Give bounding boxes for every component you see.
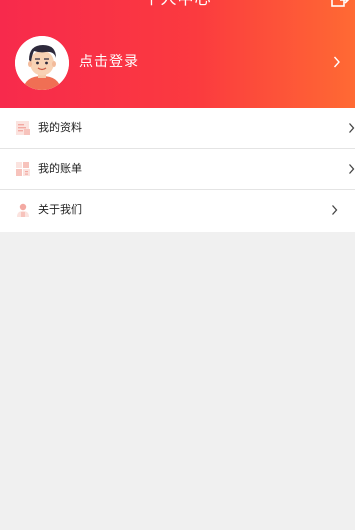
menu-item-label: 我的账单 — [38, 162, 82, 175]
menu-item-my-profile[interactable]: 我的资料 — [0, 108, 355, 149]
menu-item-my-bills[interactable]: 我的账单 — [0, 149, 355, 190]
chevron-right-icon — [333, 56, 340, 68]
page-title: 个人中心 — [0, 0, 355, 9]
chevron-right-icon — [332, 205, 338, 215]
chevron-right-icon — [349, 123, 355, 133]
exit-icon[interactable] — [331, 0, 349, 7]
login-label: 点击登录 — [79, 54, 139, 70]
menu-item-label: 我的资料 — [38, 121, 82, 134]
cartoon-avatar-icon — [15, 36, 69, 90]
menu-item-about-us[interactable]: 关于我们 — [0, 190, 355, 232]
header-bar: 个人中心 点击登录 — [0, 0, 355, 108]
avatar[interactable] — [15, 36, 69, 90]
about-icon — [17, 203, 29, 217]
chevron-right-icon — [349, 164, 355, 174]
profile-doc-icon — [16, 121, 30, 135]
menu-item-label: 关于我们 — [38, 203, 82, 216]
settings-menu: 我的资料 我的账单 关于我们 — [0, 108, 355, 232]
login-row[interactable]: 点击登录 — [0, 36, 355, 90]
bill-icon — [16, 162, 30, 176]
